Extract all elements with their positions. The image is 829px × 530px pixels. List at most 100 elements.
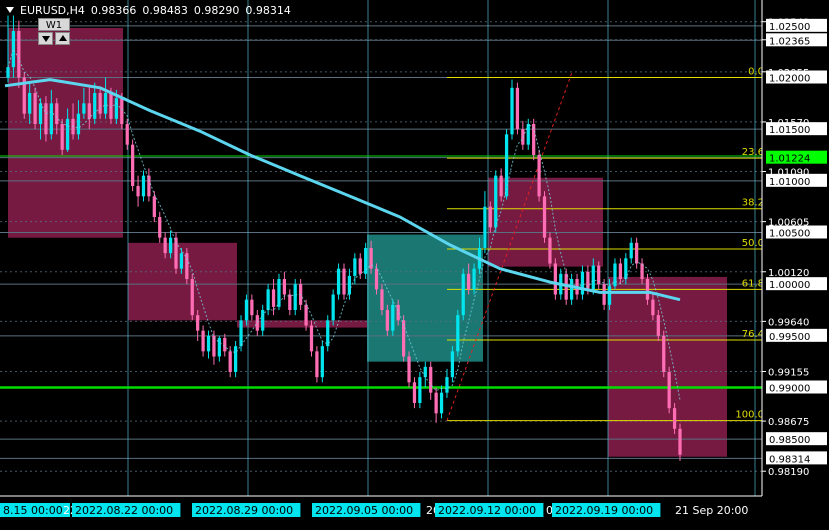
fibo-label: 38.2 [742, 198, 764, 209]
candle-body [288, 294, 292, 310]
candle-body [38, 103, 43, 124]
close-value: 0.98314 [245, 4, 291, 17]
low-value: 0.98290 [193, 4, 240, 17]
candle-body [76, 113, 81, 135]
candle-body [28, 93, 32, 114]
candle-body [11, 31, 16, 68]
candle-body [461, 273, 465, 316]
candle-body [434, 392, 438, 414]
candle-body [206, 335, 211, 352]
candle-body [136, 186, 140, 197]
candle-body [488, 206, 492, 228]
axis-tick-label: 0.98675 [768, 417, 809, 428]
axis-tick-label: 0.98190 [768, 467, 809, 478]
zone-bear [608, 276, 727, 457]
price-tag-label: 1.00000 [769, 280, 810, 291]
candle-body [201, 330, 205, 352]
candle-body [483, 206, 487, 248]
timeframe-widget: W1 [38, 18, 70, 46]
candle-body [672, 408, 677, 429]
candle-body [450, 351, 455, 378]
price-tag-label: 0.99500 [769, 332, 810, 343]
candle-body [412, 382, 417, 403]
candle-body [49, 103, 53, 135]
candle-body [526, 124, 530, 145]
candle-body [537, 155, 541, 197]
candle-body [494, 175, 498, 228]
candle-body [266, 289, 270, 310]
candle-body [244, 299, 249, 321]
candle-body [179, 253, 184, 269]
candle-body [228, 351, 232, 372]
candle-body [320, 346, 324, 378]
chart-area[interactable]: 0.023.638.250.061.876.4100.0 1.025401.02… [0, 0, 829, 526]
price-tag-label: 0.98314 [769, 454, 810, 465]
open-value: 0.98366 [90, 4, 137, 17]
arrow-up-icon [59, 35, 67, 41]
candle-body [141, 175, 146, 197]
candle-body [293, 284, 297, 310]
candle-body [374, 268, 379, 290]
price-tag-label: 1.00500 [769, 229, 810, 240]
candle-body [548, 237, 552, 264]
candle-body [309, 325, 314, 352]
price-tag-label: 1.02500 [769, 22, 810, 33]
fibo-label: 100.0 [735, 410, 764, 421]
candle-body [196, 315, 200, 331]
candle-body [60, 124, 64, 150]
zone-bear [8, 27, 123, 238]
candle-body [55, 103, 59, 124]
candle-body [401, 320, 406, 357]
candle-body [158, 217, 162, 238]
candle-body [613, 263, 617, 287]
candle-body [439, 392, 444, 414]
candle-body [515, 87, 520, 130]
candle-body [645, 279, 650, 300]
candle-body [651, 299, 655, 316]
timeframe-up-button[interactable] [55, 32, 70, 45]
price-chart[interactable]: 0.023.638.250.061.876.4100.0 1.025401.02… [0, 0, 829, 526]
candle-body [282, 279, 287, 295]
candle-body [315, 351, 319, 378]
axis-tick-label: 0.99640 [768, 317, 809, 328]
candle-body [250, 299, 254, 316]
candle-body [239, 320, 243, 347]
symbol-label: EURUSD,H4 [20, 4, 85, 17]
candle-body [185, 253, 189, 279]
timeframe-down-button[interactable] [38, 32, 53, 45]
candle-body [418, 377, 422, 403]
time-label: 2022.08.29 00:00 [195, 504, 293, 517]
candle-body [147, 175, 151, 197]
fibo-label: 50.0 [742, 238, 764, 249]
candle-body [131, 144, 135, 186]
candle-body [429, 366, 433, 393]
candle-body [602, 284, 606, 305]
candle-body [467, 273, 471, 290]
candle-body [624, 258, 628, 279]
candle-body [358, 258, 362, 274]
candle-body [662, 335, 666, 372]
candle-body [87, 103, 91, 119]
candle-body [255, 315, 259, 331]
price-tag-label: 0.98500 [769, 435, 810, 446]
candle-body [223, 337, 227, 352]
candle-body [385, 310, 389, 331]
axis-tick-label: 1.00120 [768, 268, 809, 279]
high-value: 0.98483 [142, 4, 188, 17]
candle-body [33, 93, 37, 124]
candle-body [445, 377, 449, 393]
time-label: 2022.09.05 00:00 [315, 504, 413, 517]
candle-body [656, 315, 660, 336]
candle-body [591, 265, 595, 290]
candle-body [44, 103, 48, 135]
candle-body [521, 129, 525, 145]
price-tag-label: 1.01224 [769, 154, 810, 165]
candle-body [103, 93, 108, 114]
menu-triangle-icon[interactable] [6, 7, 14, 13]
candle-body [336, 268, 341, 295]
price-tag-label: 1.01000 [769, 177, 810, 188]
candle-body [163, 237, 167, 254]
candle-body [17, 31, 21, 78]
candle-body [353, 258, 357, 276]
candle-body [190, 279, 194, 316]
